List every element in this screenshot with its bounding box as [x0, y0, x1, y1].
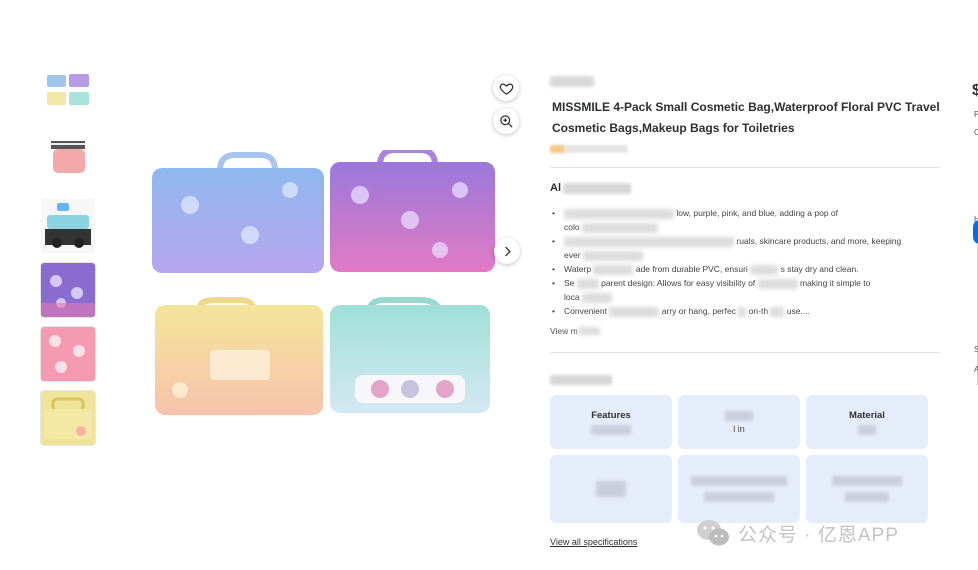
spec-card-5 — [678, 455, 800, 523]
view-more-link[interactable]: View m — [550, 324, 942, 338]
thumbnail-3[interactable] — [40, 198, 96, 254]
divider — [550, 167, 940, 168]
about-label: Al — [550, 182, 561, 194]
about-section-heading: Al — [550, 180, 942, 196]
spec-card-material: Material — [806, 395, 928, 449]
heart-icon — [499, 82, 513, 95]
zoom-in-icon — [499, 114, 513, 128]
spec-card-features: Features — [550, 395, 672, 449]
cropped-text: A — [974, 365, 978, 374]
cropped-text: S — [974, 345, 978, 354]
thumbnail-1[interactable] — [40, 70, 96, 126]
main-product-image — [140, 150, 505, 435]
spec-card-2: l in — [678, 395, 800, 449]
list-item: Waterp ade from durable PVC, ensuri s st… — [550, 262, 942, 276]
cropped-text: H — [974, 215, 978, 224]
specifications-heading-blurred — [550, 375, 612, 385]
chevron-right-icon — [504, 246, 511, 256]
thumbnail-2[interactable] — [40, 134, 96, 190]
specifications-grid: Features l in Material — [550, 395, 942, 523]
product-info: MISSMILE 4-Pack Small Cosmetic Bag,Water… — [550, 70, 942, 547]
list-item: ruals, skincare products, and more, keep… — [550, 234, 942, 262]
about-label-blurred — [563, 182, 631, 194]
about-bullets: low, purple, pink, and blue, adding a po… — [550, 206, 942, 318]
zoom-button[interactable] — [493, 108, 519, 134]
specifications-heading — [550, 373, 942, 387]
product-title: MISSMILE 4-Pack Small Cosmetic Bag,Water… — [552, 100, 940, 135]
thumbnail-6[interactable] — [40, 390, 96, 446]
brand-link-blurred[interactable] — [550, 76, 594, 87]
price-glyph: $ — [972, 82, 978, 99]
wechat-icon — [697, 520, 729, 546]
spec-card-4 — [550, 455, 672, 523]
rating-blurred[interactable] — [550, 145, 628, 153]
list-item: low, purple, pink, and blue, adding a po… — [550, 206, 942, 234]
product-page: MISSMILE 4-Pack Small Cosmetic Bag,Water… — [0, 0, 978, 570]
buy-box-cropped: $ P C H S A — [970, 70, 978, 570]
cropped-text: P — [974, 110, 978, 119]
watermark-text: 公众号 · 亿恩APP — [738, 524, 899, 546]
divider — [550, 352, 940, 353]
spec-card-6 — [806, 455, 928, 523]
thumbnail-5[interactable] — [40, 326, 96, 382]
thumbnail-4[interactable] — [40, 262, 96, 318]
next-image-button[interactable] — [494, 238, 520, 264]
list-item: Se parent design: Allows for easy visibi… — [550, 276, 942, 304]
wishlist-button[interactable] — [493, 75, 519, 101]
thumbnail-list — [40, 70, 96, 454]
watermark: 公众号 · 亿恩APP — [696, 518, 899, 548]
list-item: Convenient arry or hang, perfec on-th us… — [550, 304, 942, 318]
cropped-text: C — [974, 128, 978, 137]
